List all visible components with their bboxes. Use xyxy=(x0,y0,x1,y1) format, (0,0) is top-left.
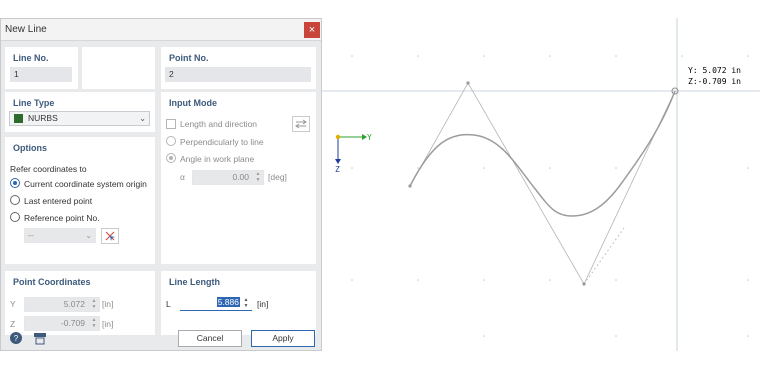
help-icon: ? xyxy=(10,332,22,344)
pick-point-button[interactable] xyxy=(101,228,119,244)
alpha-unit: [deg] xyxy=(268,172,287,182)
length-unit: [in] xyxy=(257,299,269,309)
length-label: L xyxy=(166,299,171,309)
viewport-canvas[interactable]: Y Z Y: 5.072 in Z:-0.709 in xyxy=(322,18,760,351)
nurbs-swatch xyxy=(14,114,23,123)
reference-point-radio[interactable] xyxy=(10,212,20,222)
z-coord-unit: [in] xyxy=(102,319,114,329)
line-no-panel: Line No. 1 xyxy=(5,47,78,89)
options-panel: Options Refer coordinates to Current coo… xyxy=(5,137,155,264)
grid-dots xyxy=(351,55,749,337)
y-coord-field[interactable]: 5.072 xyxy=(24,297,100,312)
y-coord-spinner[interactable]: ▲ ▼ xyxy=(90,298,98,311)
angle-work-plane-label: Angle in work plane xyxy=(180,154,255,164)
length-direction-checkbox[interactable] xyxy=(166,119,176,129)
line-no-field[interactable]: 1 xyxy=(10,67,72,82)
input-mode-panel: Input Mode Length and direction Perpendi… xyxy=(161,92,316,264)
z-coord-field[interactable]: -0.709 xyxy=(24,316,100,331)
perpendicular-radio[interactable] xyxy=(166,136,176,146)
line-type-panel: Line Type NURBS ⌄ xyxy=(5,92,155,132)
table-settings-icon xyxy=(34,333,46,345)
swap-icon xyxy=(295,119,307,129)
line-length-title: Line Length xyxy=(169,277,220,287)
y-coord-label: Y xyxy=(10,299,16,309)
settings-button[interactable] xyxy=(31,330,49,346)
cursor-z-readout: Z:-0.709 in xyxy=(688,77,741,86)
options-title: Options xyxy=(13,143,47,153)
length-direction-label: Length and direction xyxy=(180,119,258,129)
reference-point-select[interactable]: -- ⌄ xyxy=(24,228,96,243)
control-polygon xyxy=(409,82,676,285)
length-spinner[interactable]: ▲ ▼ xyxy=(242,297,250,310)
cancel-button[interactable]: Cancel xyxy=(178,330,242,347)
close-button[interactable]: × xyxy=(304,22,320,38)
z-coord-label: Z xyxy=(10,319,16,329)
apply-button[interactable]: Apply xyxy=(251,330,315,347)
line-length-panel: Line Length L 5.886 ▲ ▼ [in] xyxy=(161,271,316,335)
alpha-label: α xyxy=(180,172,185,182)
alpha-spinner[interactable]: ▲ ▼ xyxy=(254,171,262,184)
input-mode-title: Input Mode xyxy=(169,98,217,108)
angle-work-plane-radio[interactable] xyxy=(166,153,176,163)
blank-panel xyxy=(82,47,155,89)
line-type-value: NURBS xyxy=(28,113,58,123)
help-button[interactable]: ? xyxy=(7,330,25,346)
point-no-panel: Point No. 2 xyxy=(161,47,316,89)
refer-coordinates-label: Refer coordinates to xyxy=(10,164,87,174)
graphics-viewport[interactable]: Y Z Y: 5.072 in Z:-0.709 in xyxy=(322,18,760,351)
length-value: 5.886 xyxy=(216,297,240,307)
reference-point-label: Reference point No. xyxy=(24,213,100,223)
last-point-radio[interactable] xyxy=(10,195,20,205)
new-line-dialog: New Line × Line No. 1 Point No. 2 Line T… xyxy=(0,18,322,351)
current-origin-label: Current coordinate system origin xyxy=(24,179,147,189)
z-coord-spinner[interactable]: ▲ ▼ xyxy=(90,317,98,330)
pick-point-icon xyxy=(105,231,115,241)
perpendicular-label: Perpendicularly to line xyxy=(180,137,264,147)
chevron-down-icon: ⌄ xyxy=(85,231,92,240)
point-no-title: Point No. xyxy=(169,53,209,63)
point-no-field[interactable]: 2 xyxy=(165,67,311,82)
current-origin-radio[interactable] xyxy=(10,178,20,188)
y-coord-unit: [in] xyxy=(102,299,114,309)
nurbs-curve xyxy=(409,90,676,217)
point-coordinates-panel: Point Coordinates Y 5.072 ▲ ▼ [in] Z -0.7… xyxy=(5,271,155,335)
reference-point-value: -- xyxy=(28,230,34,240)
line-type-select[interactable]: NURBS ⌄ xyxy=(9,111,150,126)
swap-direction-button[interactable] xyxy=(292,116,310,132)
control-points xyxy=(408,81,586,286)
dialog-titlebar: New Line × xyxy=(1,19,321,41)
y-axis-label: Y xyxy=(367,133,372,142)
origin-marker xyxy=(335,134,341,140)
z-axis-label: Z xyxy=(335,165,340,174)
cursor-y-readout: Y: 5.072 in xyxy=(688,66,741,75)
point-coordinates-title: Point Coordinates xyxy=(13,277,91,287)
z-axis-arrow-icon xyxy=(335,159,341,164)
line-type-title: Line Type xyxy=(13,98,55,108)
line-no-title: Line No. xyxy=(13,53,49,63)
dialog-title: New Line xyxy=(5,24,47,35)
preview-dotted-line xyxy=(583,227,625,285)
last-point-label: Last entered point xyxy=(24,196,93,206)
chevron-down-icon: ⌄ xyxy=(139,114,146,123)
svg-text:?: ? xyxy=(14,334,19,343)
